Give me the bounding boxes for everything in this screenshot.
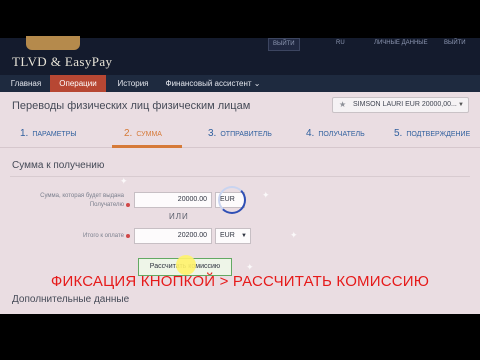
loading-spinner-icon xyxy=(218,186,246,214)
step-number: 3. xyxy=(208,128,217,139)
main-nav: Главная Операции История Финансовый асси… xyxy=(0,75,480,92)
step-number: 4. xyxy=(306,128,315,139)
receive-amount-input[interactable]: 20000.00 xyxy=(134,192,212,208)
active-step-indicator xyxy=(112,145,182,148)
pay-amount-input[interactable]: 20200.00 xyxy=(134,228,212,244)
logout-link[interactable]: ВЫЙТИ xyxy=(444,40,466,46)
chevron-down-icon: ▼ xyxy=(458,102,464,108)
required-marker xyxy=(126,203,130,207)
receive-label-line1: Сумма, которая будет выдана xyxy=(40,193,124,199)
screen: TLVD & EasyPay ВЫЙТИ RU ЛИЧНЫЕ ДАННЫЕ ВЫ… xyxy=(0,0,480,360)
logo-emblem xyxy=(26,36,80,50)
step-label: ПОЛУЧАТЕЛЬ xyxy=(318,131,365,138)
sparkle-icon: ✦ xyxy=(246,262,254,272)
personal-data-link[interactable]: ЛИЧНЫЕ ДАННЫЕ xyxy=(374,40,428,46)
step-label: ПОДТВЕРЖДЕНИЕ xyxy=(406,131,471,138)
pay-currency-value: EUR xyxy=(220,232,235,239)
language-switch[interactable]: RU xyxy=(336,40,345,46)
section-title-amount: Сумма к получению xyxy=(12,160,105,171)
or-separator: ИЛИ xyxy=(169,212,189,221)
step-sender[interactable]: 3. ОТПРАВИТЕЛЬ xyxy=(208,128,272,139)
nav-financial-assistant[interactable]: Финансовый ассистент ⌄ xyxy=(164,75,262,92)
section-title-additional: Дополнительные данные xyxy=(12,294,130,305)
pay-currency-select[interactable]: EUR ▼ xyxy=(215,228,251,244)
nav-home[interactable]: Главная xyxy=(6,75,46,92)
wizard-steps: 1. ПАРАМЕТРЫ 2. СУММА 3. ОТПРАВИТЕЛЬ 4. ПОЛУ… xyxy=(0,118,480,148)
sparkle-icon: ✦ xyxy=(120,176,128,186)
nav-history[interactable]: История xyxy=(108,75,158,92)
step-amount[interactable]: 2. СУММА xyxy=(124,128,162,139)
step-confirmation[interactable]: 5. ПОДТВЕРЖДЕНИЕ xyxy=(394,128,470,139)
step-number: 5. xyxy=(394,128,403,139)
pay-amount-label: Итого к оплате xyxy=(83,233,124,239)
nav-operations[interactable]: Операции xyxy=(50,75,106,92)
receive-label-line2: Получателю xyxy=(89,202,124,208)
page-title: Переводы физических лиц физическим лицам xyxy=(12,100,251,112)
step-recipient[interactable]: 4. ПОЛУЧАТЕЛЬ xyxy=(306,128,365,139)
step-number: 2. xyxy=(124,128,133,139)
step-label: ОТПРАВИТЕЛЬ xyxy=(220,131,272,138)
chevron-down-icon: ▼ xyxy=(241,233,247,239)
video-caption: ФИКСАЦИЯ КНОПКОЙ > РАССЧИТАТЬ КОМИССИЮ xyxy=(50,273,430,290)
star-icon[interactable]: ★ xyxy=(339,98,346,112)
cursor-highlight xyxy=(176,255,196,275)
sender-account-value: SIMSON LAURI EUR 20000,00... xyxy=(353,101,457,108)
step-label: ПАРАМЕТРЫ xyxy=(32,131,77,138)
app-logo[interactable]: TLVD & EasyPay xyxy=(12,54,112,70)
required-marker xyxy=(126,234,130,238)
sparkle-icon: ✦ xyxy=(290,230,298,240)
sparkle-icon: ✦ xyxy=(262,190,270,200)
step-parameters[interactable]: 1. ПАРАМЕТРЫ xyxy=(20,128,77,139)
receive-amount-label: Сумма, которая будет выдана Получателю xyxy=(4,192,124,210)
sender-account-select[interactable]: ★ SIMSON LAURI EUR 20000,00... ▼ xyxy=(332,97,469,113)
logout-button-top[interactable]: ВЫЙТИ xyxy=(268,38,300,51)
section-divider xyxy=(10,176,470,177)
step-number: 1. xyxy=(20,128,29,139)
step-label: СУММА xyxy=(136,131,162,138)
